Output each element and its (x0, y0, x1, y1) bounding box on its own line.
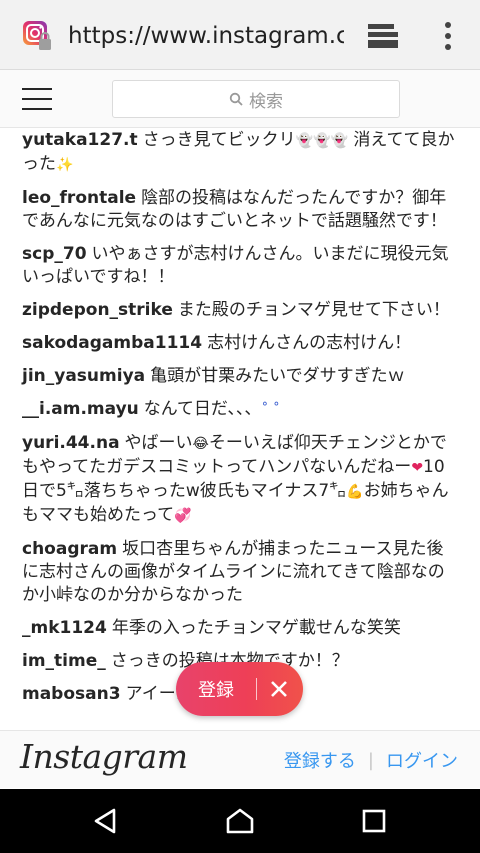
heart-emoji-icon: ❤ (411, 460, 424, 476)
comment-text: 志村けんさんの志村けん！ (207, 333, 412, 353)
instagram-header: 検索 (0, 70, 480, 128)
comment-username[interactable]: mabosan3 (22, 684, 121, 704)
hearts-emoji-icon: 💞 (174, 508, 192, 524)
ghost-emoji-icon: 👻👻👻 (295, 133, 348, 149)
comment-item: yuri.44.na やばーい😂そーいえば仰天チェンジとかでもやってたガデスコミッ… (22, 432, 460, 528)
instagram-logo: Instagram (20, 737, 188, 776)
comment-text: やばーい (124, 433, 193, 453)
comment-text: また殿のチョンマゲ見せて下さい！ (177, 300, 450, 320)
comment-username[interactable]: scp_70 (22, 244, 87, 264)
comment-text: 亀頭が甘栗みたいでダサすぎたｗ (150, 366, 405, 386)
search-icon (229, 92, 243, 106)
system-nav-bar (0, 789, 480, 853)
login-link[interactable]: ログイン (386, 747, 458, 773)
comment-text: 年季の入ったチョンマゲ載せんな笑笑 (111, 618, 401, 638)
footer-separator: | (367, 749, 374, 771)
url-bar[interactable]: https://www.instagram.com (68, 20, 344, 52)
signup-link[interactable]: 登録する (284, 747, 356, 773)
menu-dots-icon[interactable] (438, 20, 458, 52)
comment-item: zipdepon_strike また殿のチョンマゲ見せて下さい！ (22, 299, 460, 322)
close-icon[interactable] (257, 662, 301, 716)
hamburger-icon[interactable] (22, 87, 52, 111)
comment-username[interactable]: __i.am.mayu (22, 399, 139, 419)
floating-register-pill: 登録 (176, 662, 303, 716)
comment-item: yutaka127.t さっき見てビックリ👻👻👻 消えてて良かった✨ (22, 129, 460, 177)
back-triangle-icon[interactable] (92, 807, 120, 835)
recents-square-icon[interactable] (360, 807, 388, 835)
comment-username[interactable]: yutaka127.t (22, 130, 138, 150)
comment-text: さっき見てビックリ (142, 130, 296, 150)
comment-item: choagram 坂口杏里ちゃんが捕まったニュース見た後に志村さんの画像がタイムラ… (22, 538, 460, 607)
crying-face-emoji-icon: 😂 (192, 436, 209, 452)
comment-item: leo_frontale 陰部の投稿はなんだったんですか？御年であんなに元気なのは… (22, 187, 460, 233)
browser-toolbar: https://www.instagram.com (0, 0, 480, 70)
comment-item: __i.am.mayu なんて日だ、、、˚ ˚ (22, 398, 460, 422)
footer-links: 登録する | ログイン (284, 747, 458, 773)
comment-username[interactable]: _mk1124 (22, 618, 107, 638)
register-button[interactable]: 登録 (176, 676, 256, 702)
comment-username[interactable]: sakodagamba1114 (22, 333, 202, 353)
comment-username[interactable]: choagram (22, 539, 117, 559)
comment-item: _mk1124 年季の入ったチョンマゲ載せんな笑笑 (22, 617, 460, 640)
comment-item: jin_yasumiya 亀頭が甘栗みたいでダサすぎたｗ (22, 365, 460, 388)
comment-username[interactable]: leo_frontale (22, 188, 136, 208)
sparkles-emoji-icon: ✨ (56, 157, 74, 173)
instagram-footer: Instagram 登録する | ログイン (0, 730, 480, 788)
comment-item: sakodagamba1114 志村けんさんの志村けん！ (22, 332, 460, 355)
search-placeholder: 検索 (249, 91, 283, 112)
tabs-icon[interactable] (366, 22, 400, 50)
comments-section[interactable]: yutaka127.t さっき見てビックリ👻👻👻 消えてて良かった✨ leo_fr… (0, 128, 480, 730)
comment-username[interactable]: im_time_ (22, 651, 106, 671)
search-input[interactable]: 検索 (112, 80, 400, 118)
comment-username[interactable]: yuri.44.na (22, 433, 120, 453)
comment-username[interactable]: zipdepon_strike (22, 300, 173, 320)
comment-list: yutaka127.t さっき見てビックリ👻👻👻 消えてて良かった✨ leo_fr… (0, 129, 480, 706)
comment-item: scp_70 いやぁさすが志村けんさん。いまだに現役元気いっぱいですね！！ (22, 243, 460, 289)
face-emoji-icon: ˚ ˚ (261, 402, 280, 418)
muscle-emoji-icon: 💪 (346, 484, 364, 500)
comment-username[interactable]: jin_yasumiya (22, 366, 145, 386)
home-icon[interactable] (226, 807, 254, 835)
comment-text: なんて日だ、、、 (143, 399, 262, 419)
instagram-lock-icon[interactable] (22, 20, 52, 52)
